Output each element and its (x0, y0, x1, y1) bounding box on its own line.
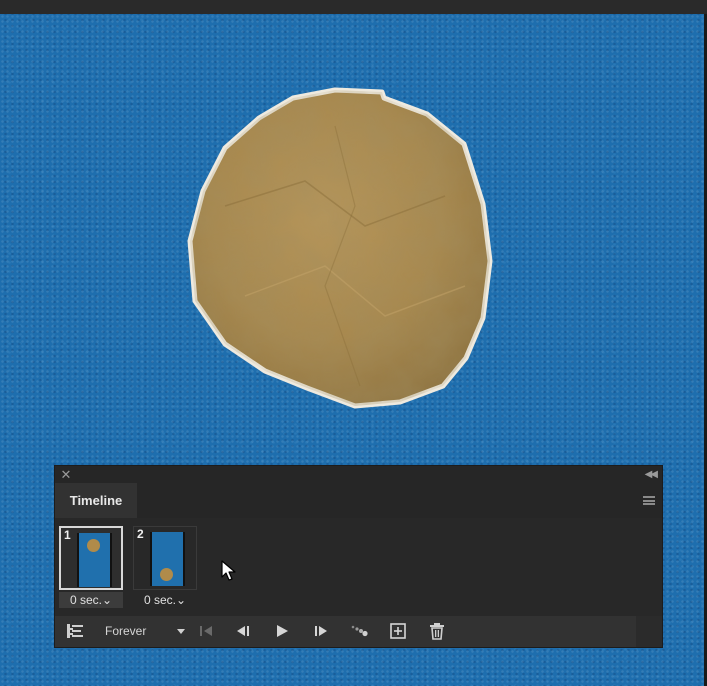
chevron-down-icon: ⌄ (101, 593, 113, 607)
hamburger-menu-icon[interactable] (643, 496, 655, 505)
timeline-controls: Forever (55, 616, 662, 647)
frame-number: 1 (64, 528, 71, 542)
mouse-pointer-icon (221, 560, 236, 581)
loop-options-select[interactable]: Forever (105, 621, 185, 641)
frame-1[interactable]: 1 0 sec.⌄ (59, 526, 123, 608)
tab-timeline[interactable]: Timeline (55, 483, 137, 518)
frame-2[interactable]: 2 0 sec.⌄ (133, 526, 197, 608)
delete-frame-icon[interactable] (427, 621, 447, 641)
caret-down-icon (177, 629, 185, 634)
tween-icon[interactable] (349, 621, 371, 641)
chevron-down-icon: ⌄ (175, 593, 187, 607)
previous-frame-icon[interactable] (233, 621, 253, 641)
first-frame-icon[interactable] (197, 621, 215, 641)
frame-thumbnail-box[interactable]: 2 (133, 526, 197, 590)
loop-option-value: Forever (105, 624, 147, 638)
frames-area: 1 0 sec.⌄ 2 0 sec.⌄ (55, 518, 662, 616)
play-icon[interactable] (273, 621, 291, 641)
double-chevron-left-icon[interactable]: ◀◀ (645, 466, 658, 483)
frame-thumbnail (150, 532, 185, 586)
frame-thumbnail (77, 533, 112, 587)
frame-delay-dropdown[interactable]: 0 sec.⌄ (59, 592, 123, 608)
frame-delay-value: 0 sec. (143, 593, 176, 607)
frame-delay-dropdown[interactable]: 0 sec.⌄ (133, 592, 197, 608)
frame-number: 2 (137, 527, 144, 541)
panel-tab-strip: Timeline (55, 483, 662, 518)
timeline-panel: ✕ ◀◀ Timeline 1 0 sec.⌄ 2 0 sec.⌄ Foreve… (54, 465, 663, 648)
duplicate-frame-icon[interactable] (388, 621, 408, 641)
convert-to-video-timeline-icon[interactable] (65, 621, 85, 641)
panel-header: ✕ ◀◀ (55, 466, 662, 483)
crumpled-paper-circle (187, 87, 493, 409)
controls-right-pad (636, 616, 662, 647)
next-frame-icon[interactable] (311, 621, 331, 641)
paper-dot-thumbnail (87, 539, 100, 552)
paper-dot-thumbnail (160, 568, 173, 581)
frame-thumbnail-box[interactable]: 1 (59, 526, 123, 590)
frame-delay-value: 0 sec. (69, 593, 102, 607)
close-icon[interactable]: ✕ (59, 466, 73, 483)
top-bar (0, 0, 707, 14)
